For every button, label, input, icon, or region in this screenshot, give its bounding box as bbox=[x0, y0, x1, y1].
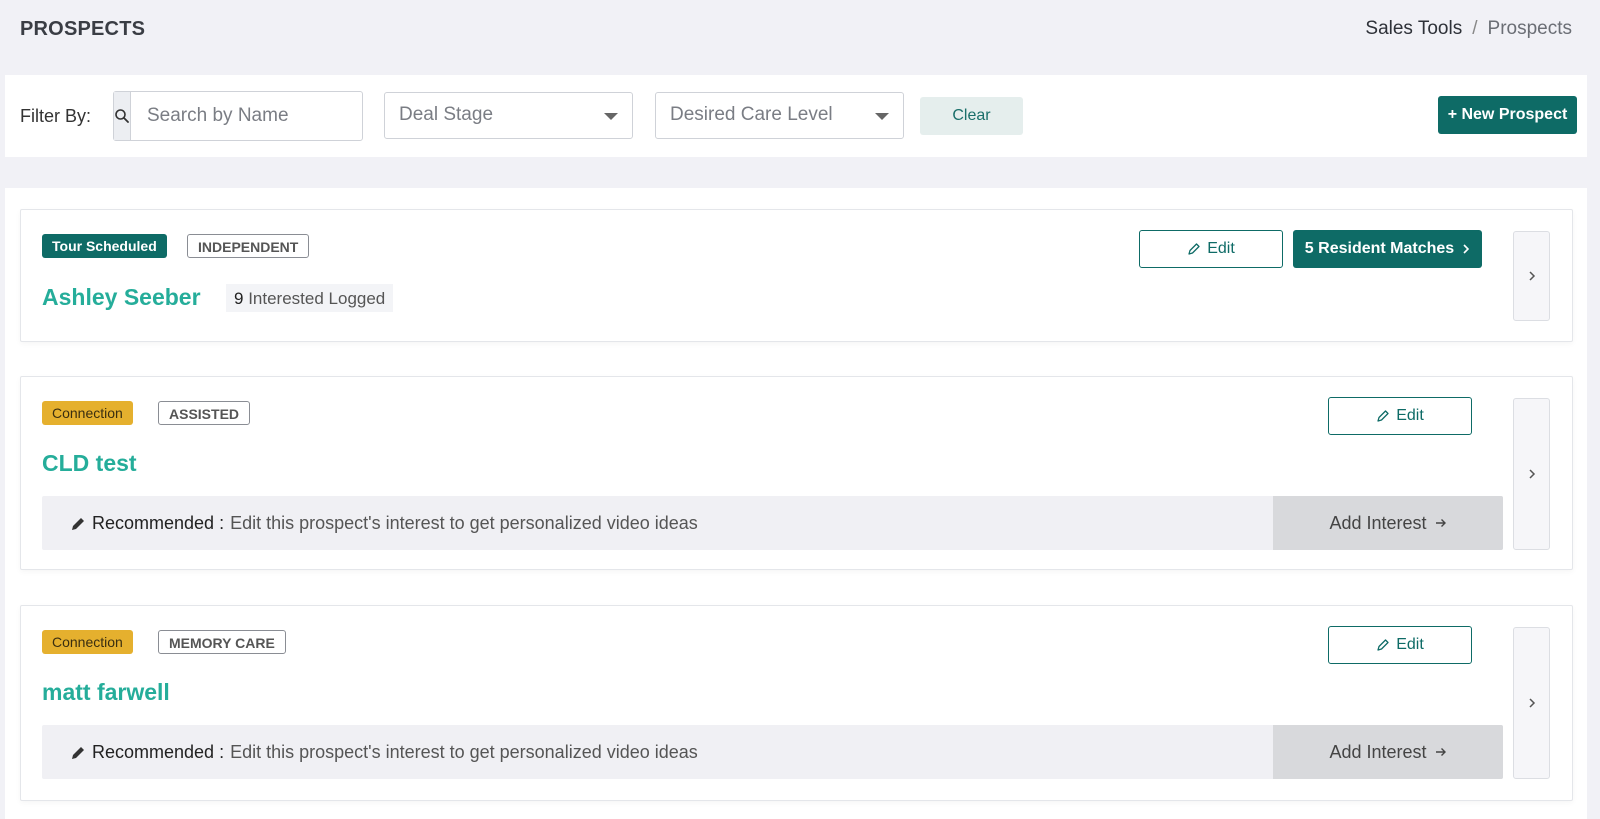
edit-label: Edit bbox=[1207, 240, 1235, 257]
edit-button[interactable]: Edit bbox=[1328, 397, 1472, 435]
chevron-down-icon bbox=[875, 113, 889, 120]
care-level-badge: INDEPENDENT bbox=[187, 234, 310, 258]
arrow-right-icon bbox=[1435, 519, 1446, 527]
edit-button[interactable]: Edit bbox=[1328, 626, 1472, 664]
pencil-icon bbox=[1188, 243, 1200, 255]
resident-matches-label: 5 Resident Matches bbox=[1304, 240, 1455, 257]
recommended-message: Edit this prospect's interest to get per… bbox=[230, 742, 698, 762]
deal-stage-placeholder: Deal Stage bbox=[399, 104, 494, 125]
pencil-icon bbox=[1377, 410, 1389, 422]
pencil-icon bbox=[1377, 639, 1389, 651]
new-prospect-button[interactable]: + New Prospect bbox=[1438, 96, 1577, 134]
chevron-right-icon bbox=[1528, 271, 1535, 281]
prospect-card: Connection MEMORY CARE matt farwell Edit… bbox=[20, 605, 1573, 801]
edit-label: Edit bbox=[1396, 636, 1424, 653]
interest-count: 9 bbox=[234, 289, 244, 308]
breadcrumb-prospects: Prospects bbox=[1487, 18, 1572, 39]
stage-badge: Tour Scheduled bbox=[42, 234, 167, 258]
clear-button[interactable]: Clear bbox=[920, 97, 1023, 135]
prospect-name[interactable]: CLD test bbox=[42, 450, 137, 477]
pencil-icon bbox=[72, 517, 84, 530]
add-interest-label: Add Interest bbox=[1329, 741, 1427, 762]
expand-arrow-button[interactable] bbox=[1513, 231, 1550, 321]
recommendation-bar: Recommended : Edit this prospect's inter… bbox=[42, 725, 1503, 779]
filter-label: Filter By: bbox=[20, 106, 92, 126]
interest-logged-badge: 9 Interested Logged bbox=[226, 284, 394, 312]
prospect-name[interactable]: Ashley Seeber bbox=[42, 284, 201, 311]
search-icon[interactable] bbox=[114, 92, 131, 140]
edit-label: Edit bbox=[1396, 407, 1424, 424]
care-level-select[interactable]: Desired Care Level bbox=[655, 92, 904, 139]
resident-matches-button[interactable]: 5 Resident Matches bbox=[1293, 230, 1482, 268]
page-header: PROSPECTS Sales Tools / Prospects bbox=[0, 0, 1600, 60]
prospect-list: Tour Scheduled INDEPENDENT Ashley Seeber… bbox=[5, 188, 1587, 819]
pencil-icon bbox=[72, 746, 84, 759]
search-input[interactable] bbox=[131, 92, 392, 140]
stage-badge: Connection bbox=[42, 630, 133, 654]
deal-stage-select[interactable]: Deal Stage bbox=[384, 92, 633, 139]
search-group bbox=[113, 91, 392, 141]
breadcrumb-sales-tools[interactable]: Sales Tools bbox=[1365, 18, 1462, 39]
breadcrumb: Sales Tools / Prospects bbox=[1365, 18, 1572, 40]
interest-logged-label: Interested Logged bbox=[248, 289, 386, 308]
add-interest-button[interactable]: Add Interest bbox=[1273, 725, 1503, 779]
recommendation-text: Recommended : Edit this prospect's inter… bbox=[70, 513, 698, 534]
prospect-card: Tour Scheduled INDEPENDENT Ashley Seeber… bbox=[20, 209, 1573, 342]
recommended-label: Recommended : bbox=[92, 742, 225, 762]
arrow-right-icon bbox=[1435, 748, 1446, 756]
expand-arrow-button[interactable] bbox=[1513, 627, 1550, 779]
filter-bar: Filter By: Deal Stage Desired Care Level… bbox=[5, 75, 1587, 157]
chevron-down-icon bbox=[604, 113, 618, 120]
edit-button[interactable]: Edit bbox=[1139, 230, 1283, 268]
recommended-message: Edit this prospect's interest to get per… bbox=[230, 513, 698, 533]
care-level-placeholder: Desired Care Level bbox=[670, 104, 833, 125]
prospect-card: Connection ASSISTED CLD test Edit Recomm… bbox=[20, 376, 1573, 570]
care-level-badge: MEMORY CARE bbox=[158, 630, 286, 654]
breadcrumb-separator: / bbox=[1472, 18, 1478, 39]
prospect-name[interactable]: matt farwell bbox=[42, 679, 170, 706]
page-title: PROSPECTS bbox=[20, 18, 146, 40]
care-level-badge: ASSISTED bbox=[158, 401, 251, 425]
stage-badge: Connection bbox=[42, 401, 133, 425]
recommendation-bar: Recommended : Edit this prospect's inter… bbox=[42, 496, 1503, 550]
recommended-label: Recommended : bbox=[92, 513, 225, 533]
chevron-right-icon bbox=[1528, 698, 1535, 708]
chevron-right-icon bbox=[1528, 469, 1535, 479]
chevron-right-icon bbox=[1463, 244, 1470, 254]
add-interest-button[interactable]: Add Interest bbox=[1273, 496, 1503, 550]
expand-arrow-button[interactable] bbox=[1513, 398, 1550, 550]
add-interest-label: Add Interest bbox=[1329, 512, 1427, 533]
recommendation-text: Recommended : Edit this prospect's inter… bbox=[70, 742, 698, 763]
